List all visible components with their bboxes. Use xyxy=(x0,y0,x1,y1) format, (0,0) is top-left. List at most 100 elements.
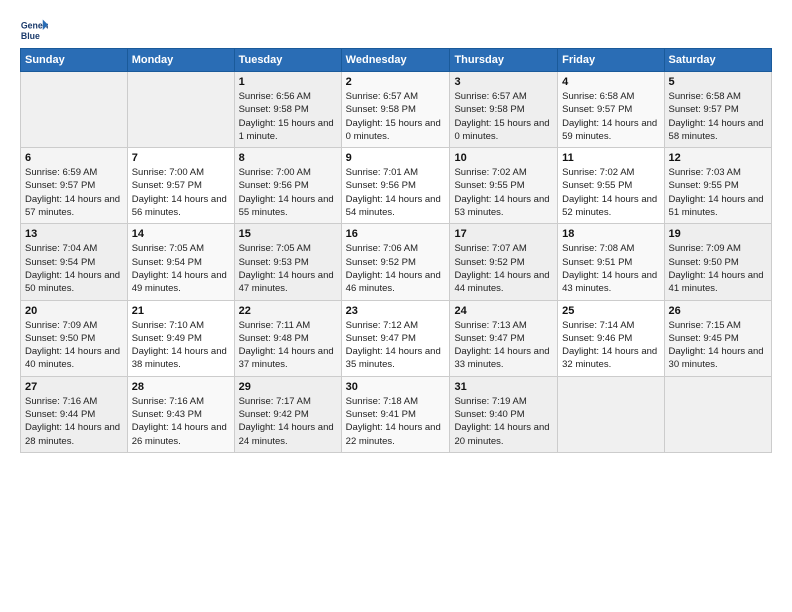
day-info: Sunrise: 7:18 AMSunset: 9:41 PMDaylight:… xyxy=(346,395,446,448)
calendar-cell: 15 Sunrise: 7:05 AMSunset: 9:53 PMDayligh… xyxy=(234,224,341,300)
day-number: 9 xyxy=(346,152,446,164)
calendar-cell: 19 Sunrise: 7:09 AMSunset: 9:50 PMDayligh… xyxy=(664,224,771,300)
day-number: 31 xyxy=(454,381,553,393)
day-number: 25 xyxy=(562,305,659,317)
day-info: Sunrise: 7:00 AMSunset: 9:57 PMDaylight:… xyxy=(132,166,230,219)
calendar-cell: 4 Sunrise: 6:58 AMSunset: 9:57 PMDaylight… xyxy=(558,72,664,148)
day-info: Sunrise: 7:13 AMSunset: 9:47 PMDaylight:… xyxy=(454,319,553,372)
calendar-cell: 26 Sunrise: 7:15 AMSunset: 9:45 PMDayligh… xyxy=(664,300,771,376)
day-number: 8 xyxy=(239,152,337,164)
calendar-cell xyxy=(664,376,771,452)
calendar-cell: 23 Sunrise: 7:12 AMSunset: 9:47 PMDayligh… xyxy=(341,300,450,376)
weekday-header-tuesday: Tuesday xyxy=(234,49,341,72)
day-number: 3 xyxy=(454,76,553,88)
day-number: 29 xyxy=(239,381,337,393)
day-number: 14 xyxy=(132,228,230,240)
day-number: 22 xyxy=(239,305,337,317)
calendar-cell: 2Sunrise: 6:57 AMSunset: 9:58 PMDaylight… xyxy=(341,72,450,148)
day-info: Sunrise: 6:59 AMSunset: 9:57 PMDaylight:… xyxy=(25,166,123,219)
calendar-cell: 22 Sunrise: 7:11 AMSunset: 9:48 PMDayligh… xyxy=(234,300,341,376)
day-info: Sunrise: 6:57 AMSunset: 9:58 PMDaylight:… xyxy=(346,90,446,143)
calendar-cell: 1 Sunrise: 6:56 AMSunset: 9:58 PMDaylight… xyxy=(234,72,341,148)
day-info: Sunrise: 7:19 AMSunset: 9:40 PMDaylight:… xyxy=(454,395,553,448)
day-number: 11 xyxy=(562,152,659,164)
day-info: Sunrise: 7:06 AMSunset: 9:52 PMDaylight:… xyxy=(346,242,446,295)
day-number: 24 xyxy=(454,305,553,317)
calendar-cell: 20 Sunrise: 7:09 AMSunset: 9:50 PMDayligh… xyxy=(21,300,128,376)
weekday-header-saturday: Saturday xyxy=(664,49,771,72)
day-info: Sunrise: 7:09 AMSunset: 9:50 PMDaylight:… xyxy=(669,242,767,295)
day-info: Sunrise: 6:58 AMSunset: 9:57 PMDaylight:… xyxy=(562,90,659,143)
calendar-cell: 13Sunrise: 7:04 AMSunset: 9:54 PMDayligh… xyxy=(21,224,128,300)
day-info: Sunrise: 7:09 AMSunset: 9:50 PMDaylight:… xyxy=(25,319,123,372)
day-number: 12 xyxy=(669,152,767,164)
day-info: Sunrise: 7:16 AMSunset: 9:43 PMDaylight:… xyxy=(132,395,230,448)
calendar-cell: 12 Sunrise: 7:03 AMSunset: 9:55 PMDayligh… xyxy=(664,148,771,224)
day-info: Sunrise: 7:02 AMSunset: 9:55 PMDaylight:… xyxy=(454,166,553,219)
day-number: 10 xyxy=(454,152,553,164)
day-info: Sunrise: 7:08 AMSunset: 9:51 PMDaylight:… xyxy=(562,242,659,295)
calendar-cell: 6 Sunrise: 6:59 AMSunset: 9:57 PMDaylight… xyxy=(21,148,128,224)
day-info: Sunrise: 7:03 AMSunset: 9:55 PMDaylight:… xyxy=(669,166,767,219)
day-info: Sunrise: 7:15 AMSunset: 9:45 PMDaylight:… xyxy=(669,319,767,372)
calendar-cell xyxy=(21,72,128,148)
weekday-header-friday: Friday xyxy=(558,49,664,72)
weekday-header-wednesday: Wednesday xyxy=(341,49,450,72)
day-info: Sunrise: 7:07 AMSunset: 9:52 PMDaylight:… xyxy=(454,242,553,295)
calendar-cell: 10 Sunrise: 7:02 AMSunset: 9:55 PMDayligh… xyxy=(450,148,558,224)
day-number: 5 xyxy=(669,76,767,88)
day-number: 20 xyxy=(25,305,123,317)
day-info: Sunrise: 6:56 AMSunset: 9:58 PMDaylight:… xyxy=(239,90,337,143)
day-number: 26 xyxy=(669,305,767,317)
day-number: 21 xyxy=(132,305,230,317)
calendar-cell: 24 Sunrise: 7:13 AMSunset: 9:47 PMDayligh… xyxy=(450,300,558,376)
calendar-cell: 17 Sunrise: 7:07 AMSunset: 9:52 PMDayligh… xyxy=(450,224,558,300)
weekday-header-monday: Monday xyxy=(127,49,234,72)
calendar-cell: 7 Sunrise: 7:00 AMSunset: 9:57 PMDaylight… xyxy=(127,148,234,224)
day-info: Sunrise: 7:01 AMSunset: 9:56 PMDaylight:… xyxy=(346,166,446,219)
calendar-cell: 29Sunrise: 7:17 AMSunset: 9:42 PMDayligh… xyxy=(234,376,341,452)
day-number: 16 xyxy=(346,228,446,240)
day-number: 19 xyxy=(669,228,767,240)
calendar-cell: 11 Sunrise: 7:02 AMSunset: 9:55 PMDayligh… xyxy=(558,148,664,224)
day-number: 23 xyxy=(346,305,446,317)
calendar-cell: 16 Sunrise: 7:06 AMSunset: 9:52 PMDayligh… xyxy=(341,224,450,300)
day-number: 7 xyxy=(132,152,230,164)
calendar-cell: 28 Sunrise: 7:16 AMSunset: 9:43 PMDayligh… xyxy=(127,376,234,452)
day-info: Sunrise: 7:10 AMSunset: 9:49 PMDaylight:… xyxy=(132,319,230,372)
day-number: 18 xyxy=(562,228,659,240)
svg-text:Blue: Blue xyxy=(21,31,40,41)
day-info: Sunrise: 7:11 AMSunset: 9:48 PMDaylight:… xyxy=(239,319,337,372)
day-number: 4 xyxy=(562,76,659,88)
day-info: Sunrise: 7:04 AMSunset: 9:54 PMDaylight:… xyxy=(25,242,123,295)
day-info: Sunrise: 6:57 AMSunset: 9:58 PMDaylight:… xyxy=(454,90,553,143)
day-info: Sunrise: 7:16 AMSunset: 9:44 PMDaylight:… xyxy=(25,395,123,448)
day-number: 27 xyxy=(25,381,123,393)
calendar-cell: 14 Sunrise: 7:05 AMSunset: 9:54 PMDayligh… xyxy=(127,224,234,300)
day-info: Sunrise: 7:05 AMSunset: 9:54 PMDaylight:… xyxy=(132,242,230,295)
calendar-cell: 27 Sunrise: 7:16 AMSunset: 9:44 PMDayligh… xyxy=(21,376,128,452)
calendar-cell xyxy=(127,72,234,148)
calendar-cell: 21 Sunrise: 7:10 AMSunset: 9:49 PMDayligh… xyxy=(127,300,234,376)
day-number: 30 xyxy=(346,381,446,393)
day-number: 17 xyxy=(454,228,553,240)
day-info: Sunrise: 7:00 AMSunset: 9:56 PMDaylight:… xyxy=(239,166,337,219)
calendar-cell: 9 Sunrise: 7:01 AMSunset: 9:56 PMDaylight… xyxy=(341,148,450,224)
day-number: 15 xyxy=(239,228,337,240)
day-info: Sunrise: 7:14 AMSunset: 9:46 PMDaylight:… xyxy=(562,319,659,372)
calendar-cell: 25 Sunrise: 7:14 AMSunset: 9:46 PMDayligh… xyxy=(558,300,664,376)
calendar-cell: 18 Sunrise: 7:08 AMSunset: 9:51 PMDayligh… xyxy=(558,224,664,300)
logo: General Blue xyxy=(20,16,48,44)
calendar-table: SundayMondayTuesdayWednesdayThursdayFrid… xyxy=(20,48,772,453)
calendar-cell: 30 Sunrise: 7:18 AMSunset: 9:41 PMDayligh… xyxy=(341,376,450,452)
day-info: Sunrise: 7:02 AMSunset: 9:55 PMDaylight:… xyxy=(562,166,659,219)
calendar-cell xyxy=(558,376,664,452)
day-info: Sunrise: 6:58 AMSunset: 9:57 PMDaylight:… xyxy=(669,90,767,143)
calendar-cell: 31 Sunrise: 7:19 AMSunset: 9:40 PMDayligh… xyxy=(450,376,558,452)
day-number: 6 xyxy=(25,152,123,164)
day-info: Sunrise: 7:12 AMSunset: 9:47 PMDaylight:… xyxy=(346,319,446,372)
day-number: 1 xyxy=(239,76,337,88)
weekday-header-sunday: Sunday xyxy=(21,49,128,72)
day-info: Sunrise: 7:05 AMSunset: 9:53 PMDaylight:… xyxy=(239,242,337,295)
day-number: 28 xyxy=(132,381,230,393)
